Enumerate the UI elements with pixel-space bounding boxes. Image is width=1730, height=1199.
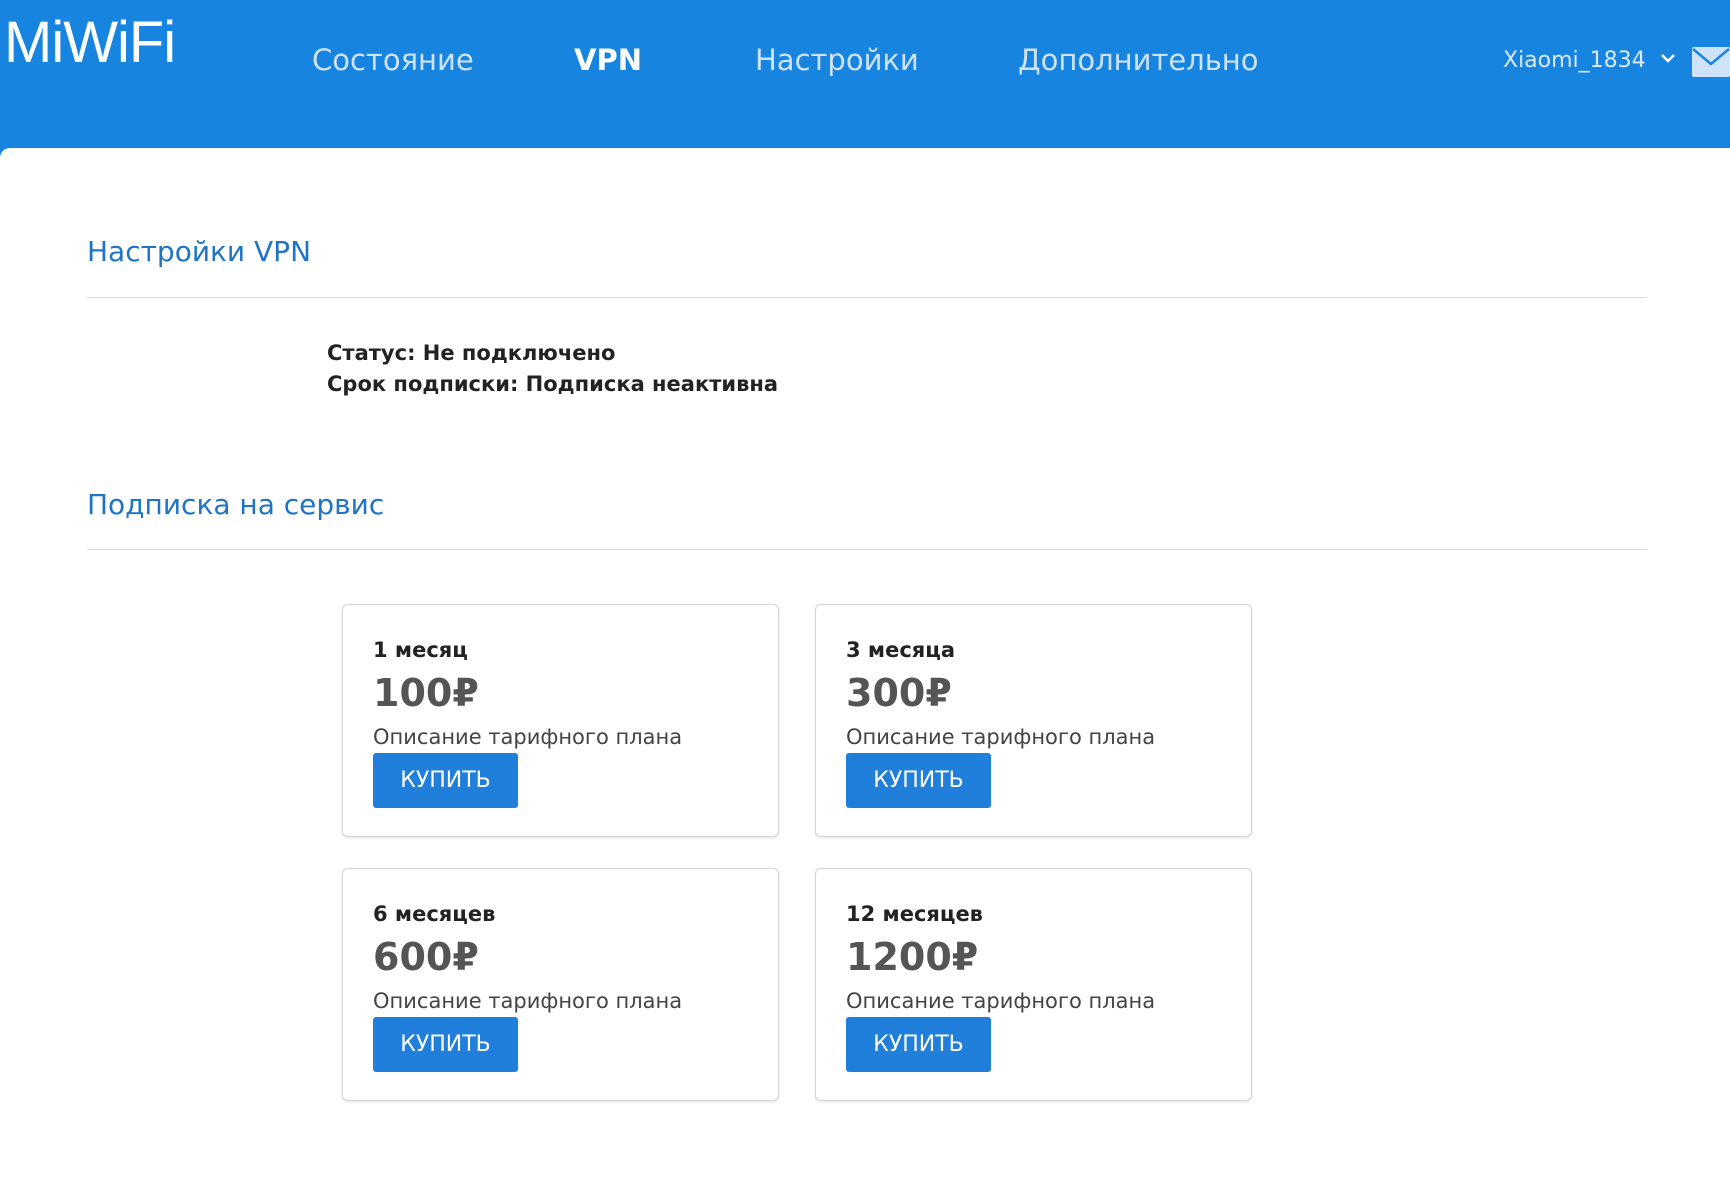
nav-vpn[interactable]: VPN: [574, 40, 642, 80]
buy-button[interactable]: КУПИТЬ: [373, 753, 518, 808]
plan-price: 600₽: [373, 935, 479, 979]
plan-description: Описание тарифного плана: [846, 725, 1156, 749]
plan-description: Описание тарифного плана: [373, 989, 683, 1013]
plan-period: 1 месяц: [373, 638, 468, 662]
plan-period: 12 месяцев: [846, 902, 983, 926]
plan-description: Описание тарифного плана: [373, 725, 683, 749]
plan-price: 300₽: [846, 671, 952, 715]
miwifi-logo[interactable]: MiWiFi: [4, 14, 176, 72]
mail-icon[interactable]: [1692, 47, 1730, 77]
buy-button[interactable]: КУПИТЬ: [846, 753, 991, 808]
plan-price: 1200₽: [846, 935, 979, 979]
nav-settings[interactable]: Настройки: [755, 40, 919, 80]
plan-price: 100₽: [373, 671, 479, 715]
buy-button[interactable]: КУПИТЬ: [846, 1017, 991, 1072]
divider: [87, 549, 1647, 550]
nav-advanced[interactable]: Дополнительно: [1018, 40, 1259, 80]
chevron-down-icon: [1660, 54, 1675, 63]
nav-status[interactable]: Состояние: [312, 40, 474, 80]
plan-description: Описание тарифного плана: [846, 989, 1156, 1013]
subscription-term: Срок подписки: Подписка неактивна: [327, 372, 779, 396]
buy-button[interactable]: КУПИТЬ: [373, 1017, 518, 1072]
plan-card-1-month: 1 месяц 100₽ Описание тарифного плана КУ…: [342, 604, 779, 837]
divider: [87, 297, 1647, 298]
plan-period: 3 месяца: [846, 638, 955, 662]
main-content: Настройки VPN Статус: Не подключено Срок…: [0, 148, 1730, 1199]
plan-card-12-months: 12 месяцев 1200₽ Описание тарифного план…: [815, 868, 1252, 1101]
plan-card-6-months: 6 месяцев 600₽ Описание тарифного плана …: [342, 868, 779, 1101]
top-bar: MiWiFi Состояние VPN Настройки Дополните…: [0, 0, 1730, 148]
user-menu[interactable]: Xiaomi_1834: [1503, 48, 1675, 73]
subscription-title: Подписка на сервис: [87, 488, 385, 521]
plan-period: 6 месяцев: [373, 902, 496, 926]
plan-card-3-months: 3 месяца 300₽ Описание тарифного плана К…: [815, 604, 1252, 837]
vpn-settings-title: Настройки VPN: [87, 235, 312, 268]
vpn-status: Статус: Не подключено: [327, 341, 616, 365]
user-name: Xiaomi_1834: [1503, 48, 1646, 73]
